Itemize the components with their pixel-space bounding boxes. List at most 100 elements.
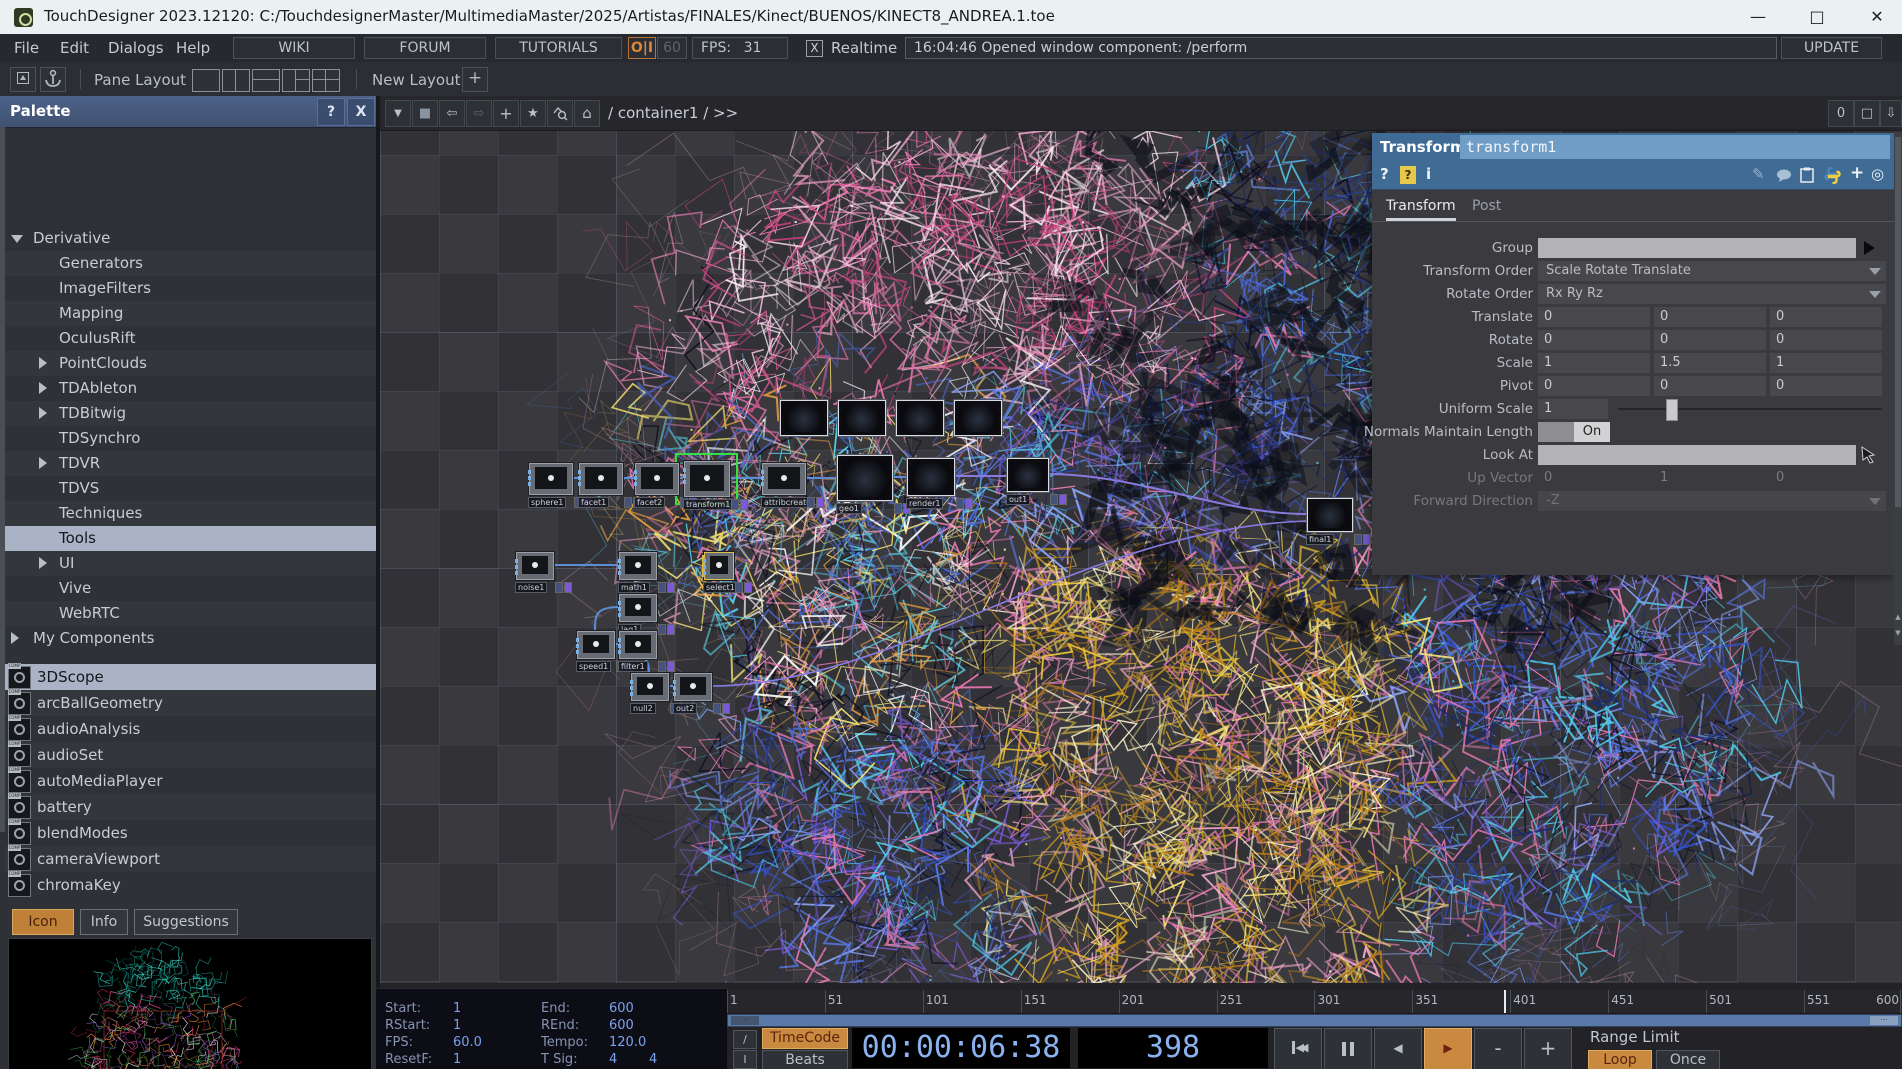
node-attribcreate1[interactable]: attribcreate1 (762, 463, 806, 495)
search-network-icon[interactable] (547, 100, 573, 127)
timeline-info-value[interactable]: 120.0 (609, 1035, 646, 1050)
range-right-grip[interactable]: ··· (1870, 1016, 1898, 1025)
group-picker-arrow-icon[interactable] (1864, 241, 1875, 255)
loop-button[interactable]: Loop (1588, 1050, 1652, 1069)
layout-single-icon[interactable] (192, 69, 220, 92)
param-value-field[interactable]: 1.5 (1654, 353, 1766, 373)
node-geo1[interactable]: geo1 (837, 455, 893, 501)
node-filter1[interactable]: filter1 (619, 631, 657, 659)
palette-tree-item-vive[interactable]: Vive (5, 576, 376, 601)
tree-collapsed-icon[interactable] (39, 457, 47, 469)
palette-tree-item-tdvr[interactable]: TDVR (5, 451, 376, 476)
param-dropdown[interactable]: Rx Ry Rz (1538, 284, 1886, 304)
menu-edit[interactable]: Edit (56, 38, 93, 58)
menu-help[interactable]: Help (172, 38, 214, 58)
realtime-checkbox[interactable]: X (806, 40, 823, 57)
add-operator-icon[interactable]: + (493, 100, 519, 127)
operator-name-field[interactable]: transform1 (1460, 135, 1890, 159)
parameter-scrollbar[interactable]: ▲ ▼ (1894, 133, 1902, 645)
palette-tree-item-techniques[interactable]: Techniques (5, 501, 376, 526)
param-value-field[interactable] (1538, 238, 1856, 258)
slider-track[interactable] (1618, 408, 1882, 410)
playhead[interactable] (1504, 990, 1506, 1013)
step-back-button[interactable]: - (1474, 1028, 1522, 1069)
timeline-info-value[interactable]: 1 (453, 1001, 461, 1016)
timeline-info-value[interactable]: 4 (609, 1052, 617, 1067)
forward-arrow-icon[interactable]: ⇨ (466, 100, 492, 127)
palette-tree-item-oculusrift[interactable]: OculusRift (5, 326, 376, 351)
node-transform1[interactable]: transform1 (684, 461, 730, 497)
timecode-tab[interactable]: TimeCode (762, 1028, 848, 1049)
component-item-3dscope[interactable]: COMP3DScope (5, 664, 376, 690)
palette-help-button[interactable]: ? (317, 98, 345, 126)
param-value-field[interactable]: 0 (1770, 307, 1882, 327)
palette-tree-item-tools[interactable]: Tools (5, 526, 376, 551)
tree-collapsed-icon[interactable] (39, 357, 47, 369)
timeline-info-value[interactable]: 600 (609, 1018, 634, 1033)
palette-tree-item-generators[interactable]: Generators (5, 251, 376, 276)
node-out2[interactable]: out2 (674, 673, 712, 701)
python-icon[interactable] (1824, 167, 1841, 188)
palette-tab-info[interactable]: Info (80, 909, 128, 935)
param-value-field[interactable]: 1 (1538, 353, 1650, 373)
palette-tree-item-webrtc[interactable]: WebRTC (5, 601, 376, 626)
tree-collapsed-icon[interactable] (39, 557, 47, 569)
tree-collapsed-icon[interactable] (39, 382, 47, 394)
back-arrow-icon[interactable]: ⇦ (439, 100, 465, 127)
play-forward-button[interactable]: ▶ (1424, 1028, 1472, 1069)
node-facet2[interactable]: facet2 (635, 463, 679, 495)
update-button[interactable]: UPDATE (1781, 37, 1882, 59)
node-thumbnail[interactable] (838, 400, 886, 436)
component-item-audioset[interactable]: COMPaudioSet (5, 742, 376, 768)
param-dropdown[interactable]: Scale Rotate Translate (1538, 261, 1886, 281)
palette-tab-icon[interactable]: Icon (12, 909, 74, 935)
slider-handle[interactable] (1666, 399, 1678, 421)
node-thumbnail[interactable] (896, 400, 944, 436)
layout-two-horizontal-icon[interactable] (252, 69, 280, 92)
timeline-range-scrollbar[interactable]: ··· ··· (727, 1014, 1902, 1027)
timeline-info-value[interactable]: 60.0 (453, 1035, 482, 1050)
palette-tree-item-tdableton[interactable]: TDAbleton (5, 376, 376, 401)
tab-post[interactable]: Post (1472, 198, 1501, 214)
pane-type-dropdown-icon[interactable]: ▼ (385, 100, 411, 127)
once-button[interactable]: Once (1656, 1050, 1720, 1069)
tab-transform[interactable]: Transform (1386, 198, 1456, 221)
node-sphere1[interactable]: sphere1 (529, 463, 573, 495)
bookmark-star-icon[interactable]: ★ (520, 100, 546, 127)
forum-button[interactable]: FORUM (364, 37, 486, 59)
component-item-automediaplayer[interactable]: COMPautoMediaPlayer (5, 768, 376, 794)
node-thumbnail[interactable] (954, 400, 1002, 436)
param-dropdown[interactable]: -Z (1538, 491, 1886, 511)
timeline-info-value[interactable]: 1 (453, 1052, 461, 1067)
timeline-ruler[interactable]: 151101151201251301351401451501551600 (727, 990, 1902, 1014)
play-reverse-button[interactable]: ◀ (1374, 1028, 1422, 1069)
stop-icon[interactable]: ■ (412, 100, 438, 127)
node-speed1[interactable]: speed1 (577, 631, 615, 659)
close-button[interactable]: ✕ (1857, 4, 1897, 30)
wiki-button[interactable]: WIKI (233, 37, 355, 59)
tree-collapsed-icon[interactable] (39, 407, 47, 419)
timeline-slash-button[interactable]: / (733, 1030, 757, 1049)
param-value-field[interactable]: 0 (1770, 376, 1882, 396)
palette-tree-item-mapping[interactable]: Mapping (5, 301, 376, 326)
node-final1[interactable]: final1 (1307, 498, 1353, 532)
param-value-field[interactable]: 0 (1538, 330, 1650, 350)
layout-one-plus-two-icon[interactable] (282, 69, 310, 92)
palette-close-button[interactable]: X (347, 98, 375, 126)
param-value-field[interactable]: 0 (1538, 376, 1650, 396)
layout-two-vertical-icon[interactable] (222, 69, 250, 92)
palette-tree-item-tdbitwig[interactable]: TDBitwig (5, 401, 376, 426)
node-thumbnail[interactable] (780, 400, 828, 436)
io-flag-button[interactable]: O|I (628, 37, 656, 59)
toggle-on-half[interactable]: On (1574, 422, 1610, 442)
breadcrumb[interactable]: / container1 / >> (608, 104, 738, 122)
layout-quad-icon[interactable] (312, 69, 340, 92)
palette-tree-item-my-components[interactable]: My Components (5, 626, 376, 651)
tutorials-button[interactable]: TUTORIALS (495, 37, 622, 59)
param-value-field[interactable]: 0 (1654, 330, 1766, 350)
param-value-field[interactable]: 1 (1538, 399, 1608, 419)
node-null2[interactable]: null2 (631, 673, 669, 701)
param-value-field[interactable]: 0 (1654, 376, 1766, 396)
clipboard-icon[interactable] (1800, 167, 1814, 187)
range-left-grip[interactable]: ··· (731, 1016, 759, 1025)
